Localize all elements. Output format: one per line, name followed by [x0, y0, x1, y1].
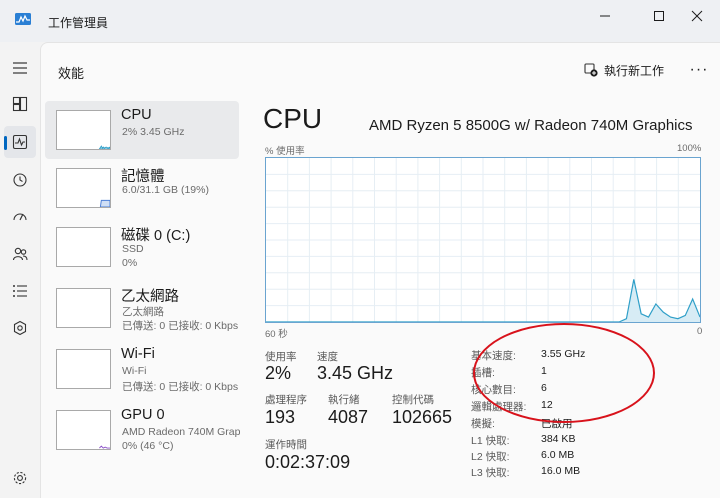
spec-value: 16.0 MB: [541, 465, 581, 477]
nav-services[interactable]: [4, 312, 36, 344]
graph-x-right-label: 0: [697, 326, 703, 337]
resource-item-ethernet[interactable]: 乙太網路 乙太網路 已傳送: 0 已接收: 0 Kbps: [45, 279, 239, 337]
utilization-label: 使用率: [265, 351, 297, 363]
handles-label: 控制代碼: [392, 394, 434, 406]
resource-name: 記憶體: [121, 169, 165, 185]
spec-label: L1 快取:: [471, 435, 510, 447]
resource-detail: Wi-Fi: [122, 365, 147, 377]
uptime-label: 運作時間: [265, 439, 307, 451]
spec-label: L2 快取:: [471, 451, 510, 463]
details-icon: [13, 285, 27, 297]
spec-label: 核心數目:: [471, 384, 516, 396]
nav-settings[interactable]: [4, 464, 36, 492]
app-history-icon: [13, 173, 27, 187]
resource-name: GPU 0: [121, 407, 165, 423]
graph-y-label: % 使用率: [265, 146, 305, 157]
spec-value: 6.0 MB: [541, 449, 575, 461]
cpu-usage-graph: [265, 157, 701, 323]
nav-app-history[interactable]: [4, 164, 36, 196]
run-new-task-button[interactable]: 執行新工作: [584, 59, 664, 81]
spec-value: 已啟用: [541, 418, 573, 430]
spec-value: 6: [541, 382, 547, 394]
nav-processes[interactable]: [4, 88, 36, 120]
services-icon: [13, 320, 27, 336]
spec-label: 邏輯處理器:: [471, 401, 527, 413]
cpu-thumbnail-graph: [56, 110, 111, 150]
threads-value: 4087: [328, 407, 369, 427]
active-nav-indicator: [4, 136, 7, 150]
spec-value: 12: [541, 399, 553, 411]
spec-label: 插槽:: [471, 367, 495, 379]
performance-page: 效能 執行新工作 ··· CPU 2% 3.45 GHz 記憶體 6.0/31.…: [40, 42, 720, 498]
resource-usage: 0% (46 °C): [122, 440, 174, 452]
resource-usage: 已傳送: 0 已接收: 0 Kbps: [122, 381, 239, 393]
close-icon: [691, 10, 703, 22]
page-title: 效能: [58, 66, 85, 81]
spec-label: L3 快取:: [471, 467, 510, 479]
run-new-task-label: 執行新工作: [604, 63, 665, 78]
ethernet-thumbnail-graph: [56, 288, 111, 328]
utilization-value: 2%: [265, 363, 292, 383]
more-options-icon: ···: [689, 61, 709, 78]
resource-detail: 2% 3.45 GHz: [122, 126, 185, 138]
graph-x-left-label: 60 秒: [265, 329, 288, 340]
resource-detail: AMD Radeon 740M Graphics: [122, 426, 240, 438]
new-task-icon: [584, 63, 598, 77]
navigation-rail: [0, 42, 40, 498]
maximize-icon: [654, 11, 664, 21]
wifi-thumbnail-graph: [56, 349, 111, 389]
task-manager-app-icon: [15, 13, 31, 25]
close-button[interactable]: [674, 0, 720, 32]
resource-name: Wi-Fi: [121, 346, 155, 362]
spec-label: 模擬:: [471, 418, 495, 430]
processes-label: 處理程序: [265, 394, 307, 406]
speed-label: 速度: [317, 351, 338, 363]
resource-item-memory[interactable]: 記憶體 6.0/31.1 GB (19%): [45, 159, 239, 217]
title-bar: 工作管理員: [0, 0, 720, 42]
startup-apps-icon: [13, 213, 27, 221]
nav-details[interactable]: [4, 275, 36, 307]
memory-thumbnail-graph: [56, 168, 111, 208]
handles-value: 102665: [392, 407, 453, 427]
threads-label: 執行緒: [328, 394, 360, 406]
speed-value: 3.45 GHz: [317, 363, 394, 383]
minimize-icon: [600, 15, 610, 17]
nav-users[interactable]: [4, 238, 36, 270]
resource-item-cpu[interactable]: CPU 2% 3.45 GHz: [45, 101, 239, 159]
resource-detail: SSD: [122, 243, 144, 255]
performance-icon: [12, 134, 28, 150]
spec-value: 1: [541, 365, 547, 377]
resource-name: 乙太網路: [121, 289, 179, 305]
graph-y-max-label: 100%: [677, 143, 702, 154]
disk-thumbnail-graph: [56, 227, 111, 267]
resource-item-wifi[interactable]: Wi-Fi Wi-Fi 已傳送: 0 已接收: 0 Kbps: [45, 340, 239, 398]
hamburger-icon: [13, 62, 27, 74]
resource-name: CPU: [121, 107, 152, 123]
resource-detail: 乙太網路: [122, 306, 164, 318]
users-icon: [12, 247, 28, 261]
resource-usage: 0%: [122, 257, 138, 269]
minimize-button[interactable]: [582, 0, 628, 32]
resource-usage: 已傳送: 0 已接收: 0 Kbps: [122, 320, 239, 332]
more-options-button[interactable]: ···: [686, 57, 712, 83]
cpu-model-name: AMD Ryzen 5 8500G w/ Radeon 740M Graphic…: [369, 117, 693, 134]
processes-value: 193: [265, 407, 296, 427]
spec-label: 基本速度:: [471, 350, 516, 362]
settings-icon: [13, 471, 27, 485]
detail-heading: CPU: [263, 103, 323, 134]
processes-icon: [12, 96, 28, 112]
hamburger-menu-button[interactable]: [4, 52, 36, 84]
spec-value: 384 KB: [541, 433, 576, 445]
uptime-value: 0:02:37:09: [265, 452, 351, 472]
gpu-thumbnail-graph: [56, 410, 111, 450]
resource-name: 磁碟 0 (C:): [121, 228, 191, 244]
nav-performance[interactable]: [4, 126, 36, 158]
window-title: 工作管理員: [48, 16, 109, 30]
resource-detail: 6.0/31.1 GB (19%): [122, 184, 209, 196]
resource-item-gpu[interactable]: GPU 0 AMD Radeon 740M Graphics 0% (46 °C…: [45, 401, 240, 459]
nav-startup-apps[interactable]: [4, 200, 36, 232]
resource-item-disk[interactable]: 磁碟 0 (C:) SSD 0%: [45, 218, 239, 276]
spec-value: 3.55 GHz: [541, 348, 586, 360]
